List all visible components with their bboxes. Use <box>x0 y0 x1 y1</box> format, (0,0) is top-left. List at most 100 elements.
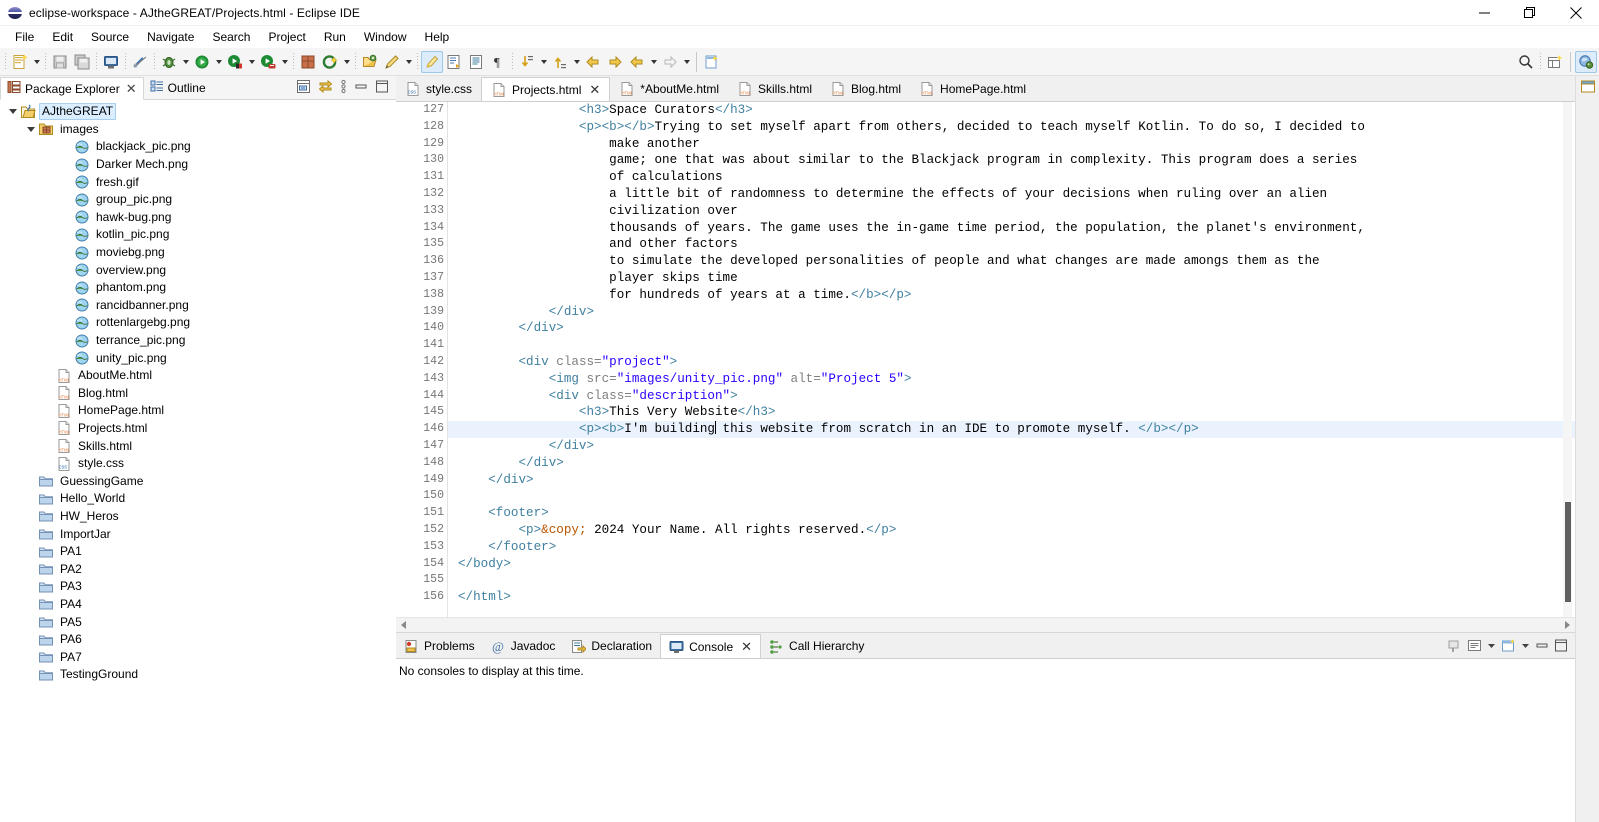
tree-item[interactable]: unity_pic.png <box>0 349 396 367</box>
code-line[interactable]: <p><b>I'm building this website from scr… <box>448 421 1575 438</box>
run-dropdown[interactable] <box>213 51 224 73</box>
code-line[interactable]: </footer> <box>448 539 1575 556</box>
tree-item[interactable]: css style.css <box>0 455 396 473</box>
menu-window[interactable]: Window <box>355 27 416 47</box>
previous-edit-icon[interactable] <box>626 51 648 73</box>
new-wizard-icon[interactable] <box>9 51 31 73</box>
tree-item[interactable]: overview.png <box>0 261 396 279</box>
save-all-icon[interactable] <box>71 51 93 73</box>
previous-edit-dropdown[interactable] <box>648 51 659 73</box>
close-icon[interactable]: ✕ <box>589 82 600 98</box>
chevron-down-icon[interactable] <box>24 126 38 132</box>
tree-item[interactable]: phantom.png <box>0 279 396 297</box>
tree-item[interactable]: HTML Skills.html <box>0 437 396 455</box>
link-break-icon[interactable] <box>129 51 151 73</box>
tree-item[interactable]: ImportJar <box>0 525 396 543</box>
tree-item[interactable]: Hello_World <box>0 490 396 508</box>
code-line[interactable]: of calculations <box>448 169 1575 186</box>
new-project-icon[interactable] <box>701 51 723 73</box>
scroll-left-icon[interactable] <box>396 618 411 633</box>
code-line[interactable]: </div> <box>448 455 1575 472</box>
code-line[interactable]: </div> <box>448 472 1575 489</box>
tree-item[interactable]: HTML Blog.html <box>0 385 396 403</box>
code-line[interactable]: </div> <box>448 304 1575 321</box>
view-menu-icon[interactable] <box>340 79 347 99</box>
tree-item[interactable]: GuessingGame <box>0 472 396 490</box>
tree-item[interactable]: TestingGround <box>0 666 396 684</box>
code-line[interactable]: <h3>This Very Website</h3> <box>448 404 1575 421</box>
back-icon[interactable] <box>582 51 604 73</box>
run-coverage-icon[interactable] <box>257 51 279 73</box>
edit-dropdown[interactable] <box>403 51 414 73</box>
code-line[interactable]: to simulate the developed personalities … <box>448 253 1575 270</box>
new-java-package-icon[interactable] <box>297 51 319 73</box>
menu-help[interactable]: Help <box>416 27 459 47</box>
tree-item[interactable]: PA7 <box>0 648 396 666</box>
next-edit-dropdown[interactable] <box>681 51 692 73</box>
editor-tab[interactable]: HTML Blog.html <box>821 77 910 101</box>
coverage-dropdown[interactable] <box>279 51 290 73</box>
tree-item[interactable]: HW_Heros <box>0 508 396 526</box>
bottom-panel-tab[interactable]: Call Hierarchy <box>761 634 872 658</box>
next-annotation-dropdown[interactable] <box>538 51 549 73</box>
next-edit-icon[interactable] <box>659 51 681 73</box>
debug-dropdown[interactable] <box>180 51 191 73</box>
debug-icon[interactable] <box>158 51 180 73</box>
code-line[interactable]: <div class="project"> <box>448 354 1575 371</box>
tree-item[interactable]: group_pic.png <box>0 191 396 209</box>
bottom-panel-tab[interactable]: Console ✕ <box>660 634 762 658</box>
tree-item[interactable]: kotlin_pic.png <box>0 226 396 244</box>
tree-item[interactable]: AJtheGREAT <box>0 103 396 121</box>
run-icon[interactable] <box>191 51 213 73</box>
new-wizard-dropdown[interactable] <box>31 51 42 73</box>
editor-horizontal-scrollbar[interactable] <box>396 617 1575 632</box>
new-java-class-icon[interactable] <box>319 51 341 73</box>
external-tools-dropdown[interactable] <box>246 51 257 73</box>
previous-annotation-icon[interactable] <box>549 51 571 73</box>
highlight-marker-icon[interactable] <box>421 50 443 73</box>
editor-body[interactable]: 127 128 129 130 131 132 133 134 135 136 137 138 139 1… <box>396 102 1575 617</box>
tab-outline[interactable]: Outline <box>144 76 212 99</box>
tree-item[interactable]: moviebg.png <box>0 244 396 262</box>
source-editor[interactable]: 127 128 129 130 131 132 133 134 135 136 137 138 139 1… <box>396 101 1575 632</box>
restore-editor-icon[interactable] <box>1580 80 1596 99</box>
display-selected-console-icon[interactable] <box>1467 638 1482 658</box>
pilcrow-icon[interactable]: ¶ <box>487 51 509 73</box>
menu-search[interactable]: Search <box>203 27 259 47</box>
code-line[interactable]: </div> <box>448 438 1575 455</box>
code-line[interactable]: <img src="images/unity_pic.png" alt="Pro… <box>448 371 1575 388</box>
code-line[interactable]: <h3>Space Curators</h3> <box>448 102 1575 119</box>
pin-console-icon[interactable] <box>1447 638 1462 658</box>
menu-run[interactable]: Run <box>315 27 355 47</box>
code-line[interactable]: and other factors <box>448 236 1575 253</box>
bottom-panel-tab[interactable]: Problems <box>396 634 483 658</box>
tree-item[interactable]: blackjack_pic.png <box>0 138 396 156</box>
previous-annotation-dropdown[interactable] <box>571 51 582 73</box>
code-line[interactable]: </body> <box>448 556 1575 573</box>
code-line[interactable]: thousands of years. The game uses the in… <box>448 220 1575 237</box>
tree-item[interactable]: images <box>0 121 396 139</box>
console-dropdown-icon[interactable] <box>1487 638 1496 658</box>
scroll-right-icon[interactable] <box>1560 618 1575 633</box>
code-line[interactable]: civilization over <box>448 203 1575 220</box>
edit-pencil-icon[interactable] <box>381 51 403 73</box>
menu-file[interactable]: File <box>6 27 43 47</box>
tree-item[interactable]: fresh.gif <box>0 173 396 191</box>
code-line[interactable] <box>448 572 1575 589</box>
java-perspective-icon[interactable] <box>1575 50 1597 73</box>
close-icon[interactable]: ✕ <box>126 82 137 95</box>
next-annotation-icon[interactable] <box>516 51 538 73</box>
search-icon[interactable] <box>1515 51 1537 73</box>
minimize-view-icon[interactable] <box>354 80 368 98</box>
editor-tab[interactable]: HTML HomePage.html <box>910 77 1035 101</box>
collapse-all-icon[interactable] <box>296 79 311 99</box>
open-perspective-icon[interactable] <box>1544 51 1566 73</box>
link-with-editor-icon[interactable] <box>318 79 333 99</box>
bottom-panel-tab[interactable]: Declaration <box>563 634 660 658</box>
new-class-dropdown[interactable] <box>341 51 352 73</box>
code-line[interactable]: </html> <box>448 589 1575 606</box>
restore-button[interactable] <box>1507 0 1553 26</box>
tree-item[interactable]: PA1 <box>0 543 396 561</box>
bottom-panel-tab[interactable]: @ Javadoc <box>483 634 564 658</box>
code-line[interactable]: <div class="description"> <box>448 388 1575 405</box>
